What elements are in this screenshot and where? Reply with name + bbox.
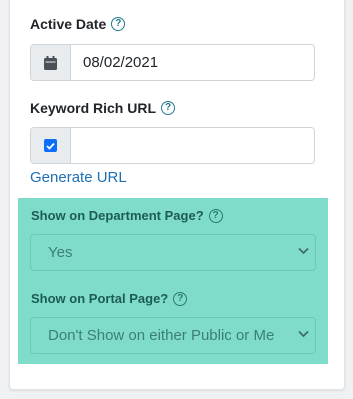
portal-page-label: Show on Portal Page? ? bbox=[31, 291, 188, 306]
help-icon[interactable]: ? bbox=[111, 17, 126, 31]
keyword-url-label: Keyword Rich URL ? bbox=[30, 100, 176, 116]
calendar-icon bbox=[44, 55, 57, 70]
keyword-url-checkbox-addon bbox=[31, 128, 71, 163]
keyword-url-field bbox=[30, 127, 315, 164]
portal-page-label-text: Show on Portal Page? bbox=[31, 291, 169, 306]
active-date-input[interactable] bbox=[71, 45, 314, 80]
department-page-selected: Yes bbox=[48, 244, 73, 261]
department-page-label-text: Show on Department Page? bbox=[31, 208, 204, 223]
chevron-down-icon bbox=[298, 247, 309, 255]
department-page-label: Show on Department Page? ? bbox=[31, 208, 223, 223]
department-page-select[interactable]: Yes bbox=[30, 234, 316, 271]
active-date-label: Active Date ? bbox=[30, 16, 126, 32]
help-icon[interactable]: ? bbox=[208, 208, 223, 223]
visibility-panel: Show on Department Page? ? Yes Show on P… bbox=[18, 198, 328, 364]
portal-page-selected: Don't Show on either Public or Me bbox=[48, 327, 275, 344]
check-icon bbox=[46, 142, 55, 150]
active-date-field bbox=[30, 44, 315, 81]
keyword-url-label-text: Keyword Rich URL bbox=[30, 100, 157, 116]
portal-page-select[interactable]: Don't Show on either Public or Me bbox=[30, 317, 316, 354]
help-icon[interactable]: ? bbox=[161, 101, 176, 115]
generate-url-link[interactable]: Generate URL bbox=[30, 169, 127, 186]
help-icon[interactable]: ? bbox=[173, 291, 188, 306]
keyword-url-checkbox[interactable] bbox=[44, 139, 57, 152]
active-date-label-text: Active Date bbox=[30, 16, 107, 32]
calendar-button[interactable] bbox=[31, 45, 71, 80]
chevron-down-icon bbox=[298, 330, 309, 338]
keyword-url-input[interactable] bbox=[71, 128, 314, 163]
